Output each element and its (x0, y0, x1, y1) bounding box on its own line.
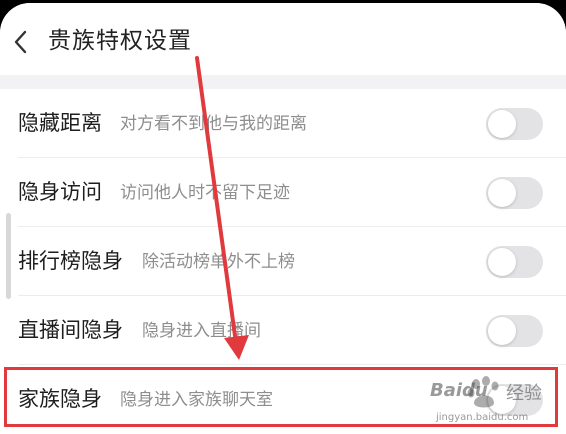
scroll-indicator (6, 213, 11, 299)
setting-description: 隐身进入直播间 (142, 321, 261, 341)
setting-row-invisible-visit: 隐身访问 访问他人时不留下足迹 (0, 158, 566, 227)
family-invisible-toggle[interactable] (486, 384, 543, 416)
setting-title: 直播间隐身 (18, 318, 123, 342)
live-room-invisible-toggle[interactable] (486, 315, 543, 347)
toggle-knob (488, 248, 516, 276)
invisible-visit-toggle[interactable] (486, 177, 543, 209)
section-divider (0, 75, 566, 89)
setting-row-live-room-invisible: 直播间隐身 隐身进入直播间 (0, 296, 566, 365)
setting-title: 家族隐身 (18, 387, 102, 411)
leaderboard-invisible-toggle[interactable] (486, 246, 543, 278)
setting-row-hide-distance: 隐藏距离 对方看不到他与我的距离 (0, 89, 566, 158)
setting-description: 除活动榜单外不上榜 (142, 252, 295, 272)
toggle-knob (488, 179, 516, 207)
settings-list: 隐藏距离 对方看不到他与我的距离 隐身访问 访问他人时不留下足迹 排行榜隐身 除… (0, 89, 566, 434)
setting-title: 隐藏距离 (18, 111, 102, 135)
toggle-knob (488, 386, 516, 414)
hide-distance-toggle[interactable] (486, 108, 543, 140)
toggle-knob (488, 110, 516, 138)
chevron-left-icon[interactable] (10, 27, 34, 57)
setting-description: 对方看不到他与我的距离 (120, 114, 307, 134)
setting-row-family-invisible: 家族隐身 隐身进入家族聊天室 (0, 365, 566, 434)
page-title: 贵族特权设置 (48, 28, 192, 54)
toggle-knob (488, 317, 516, 345)
setting-title: 隐身访问 (18, 180, 102, 204)
app-screen: 贵族特权设置 隐藏距离 对方看不到他与我的距离 隐身访问 访问他人时不留下足迹 … (0, 0, 566, 434)
setting-description: 访问他人时不留下足迹 (120, 183, 290, 203)
setting-row-leaderboard-invisible: 排行榜隐身 除活动榜单外不上榜 (0, 227, 566, 296)
setting-description: 隐身进入家族聊天室 (120, 390, 273, 410)
settings-page: 贵族特权设置 隐藏距离 对方看不到他与我的距离 隐身访问 访问他人时不留下足迹 … (0, 3, 566, 434)
setting-title: 排行榜隐身 (18, 249, 123, 273)
top-bar: 贵族特权设置 (0, 3, 566, 75)
